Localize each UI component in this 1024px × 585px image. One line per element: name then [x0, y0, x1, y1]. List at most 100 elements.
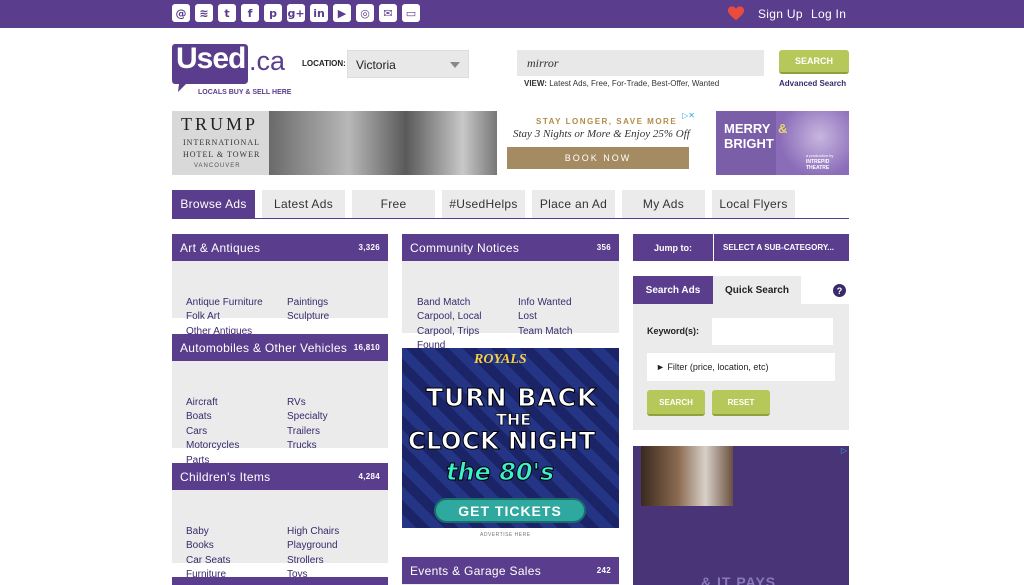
book-now-button[interactable]: BOOK NOW [507, 147, 689, 169]
tab-search-ads[interactable]: Search Ads [633, 276, 713, 304]
subcategory-link[interactable]: Folk Art [186, 310, 220, 325]
subcategory-link[interactable]: RVs [287, 396, 306, 411]
top-bar: @ ≋ t f p g+ in ▶ ◎ ✉ ▭ Sign Up Log In [0, 0, 1024, 28]
reset-button[interactable]: RESET [712, 390, 770, 416]
facebook-icon[interactable]: f [241, 4, 259, 22]
tab-browse-ads[interactable]: Browse Ads [172, 190, 255, 218]
trump-title: TRUMP [181, 114, 259, 134]
category-count: 3,326 [358, 243, 380, 252]
logo-tagline: LOCALS BUY & SELL HERE [198, 89, 292, 96]
jump-to: Jump to: SELECT A SUB-CATEGORY... [633, 234, 849, 261]
trump-offer: Stay 3 Nights or More & Enjoy 25% Off [513, 128, 690, 140]
subcategory-link[interactable]: Aircraft [186, 396, 218, 411]
subcategory-link[interactable]: Info Wanted [518, 296, 572, 311]
instagram-icon[interactable]: ◎ [356, 4, 374, 22]
subcategory-link[interactable]: High Chairs [287, 525, 339, 540]
subcategory-link[interactable]: Car Seats [186, 554, 230, 569]
main-tabs: Browse Ads Latest Ads Free #UsedHelps Pl… [172, 190, 849, 219]
category-childrens-items: Children's Items 4,284 Baby Books Car Se… [172, 463, 388, 580]
subcategory-select[interactable]: SELECT A SUB-CATEGORY... [714, 234, 849, 261]
ad-choices-icon[interactable]: ▷✕ [682, 111, 695, 120]
ad-choices-icon[interactable]: ▷ [841, 446, 847, 455]
view-options-links[interactable]: Latest Ads, Free, For-Trade, Best-Offer,… [549, 79, 719, 88]
sign-up-link[interactable]: Sign Up [758, 7, 803, 21]
location-value: Victoria [356, 58, 396, 72]
google-plus-icon[interactable]: g+ [287, 4, 305, 22]
merry-presented: a production by [806, 153, 834, 158]
sidebar-search-button[interactable]: SEARCH [647, 390, 705, 416]
chat-icon[interactable]: ▭ [402, 4, 420, 22]
subcategory-link[interactable]: Trailers [287, 425, 320, 440]
tab-usedhelps[interactable]: #UsedHelps [442, 190, 525, 218]
chevron-down-icon [450, 62, 460, 68]
subcategory-link[interactable]: Paintings [287, 296, 328, 311]
filter-toggle[interactable]: ► Filter (price, location, etc) [647, 353, 835, 381]
royals-line1: TURN BACK [425, 383, 598, 413]
royals-banner-ad[interactable]: ROYALS TURN BACK THE CLOCK NIGHT the 80'… [402, 348, 619, 528]
subcategory-link[interactable]: Carpool, Local [417, 310, 481, 325]
subcategory-link[interactable]: Cars [186, 425, 207, 440]
subcategory-link[interactable]: Boats [186, 410, 212, 425]
location-label: LOCATION: [302, 59, 346, 68]
linkedin-icon[interactable]: in [310, 4, 328, 22]
right-sidebar-ad[interactable]: ▷ & IT PAYS [633, 446, 849, 585]
category-events-garage-sales: Events & Garage Sales 242 [402, 557, 619, 585]
keywords-input[interactable] [712, 318, 833, 345]
tab-local-flyers[interactable]: Local Flyers [712, 190, 795, 218]
rss-icon[interactable]: ≋ [195, 4, 213, 22]
advanced-search-link[interactable]: Advanced Search [779, 79, 846, 88]
logo-domain: .ca [249, 46, 286, 76]
subcategory-link[interactable]: Motorcycles [186, 439, 239, 454]
log-in-link[interactable]: Log In [811, 7, 846, 21]
tab-my-ads[interactable]: My Ads [622, 190, 705, 218]
category-title: Art & Antiques [180, 240, 261, 255]
category-header[interactable]: Events & Garage Sales 242 [402, 557, 619, 584]
location-select[interactable]: Victoria [347, 50, 469, 78]
pinterest-icon[interactable]: p [264, 4, 282, 22]
subcategory-link[interactable]: Books [186, 539, 214, 554]
tab-latest-ads[interactable]: Latest Ads [262, 190, 345, 218]
trump-hotel-ad[interactable]: TRUMP INTERNATIONAL HOTEL & TOWER VANCOU… [172, 111, 697, 175]
get-tickets-button[interactable]: GET TICKETS [434, 498, 586, 523]
tab-quick-search[interactable]: Quick Search [713, 276, 801, 304]
chefs-photo [641, 446, 733, 506]
royals-line4: the 80's [445, 458, 555, 487]
right-ad-text: & IT PAYS [701, 574, 777, 585]
search-button[interactable]: SEARCH [779, 50, 849, 74]
category-header[interactable]: Children's Items 4,284 [172, 463, 388, 490]
category-art-antiques: Art & Antiques 3,326 Antique Furniture F… [172, 234, 388, 337]
heart-icon[interactable] [727, 5, 745, 23]
subcategory-link[interactable]: Specialty [287, 410, 328, 425]
category-header[interactable]: Art & Antiques 3,326 [172, 234, 388, 261]
subcategory-link[interactable]: Playground [287, 539, 338, 554]
subcategory-link[interactable]: Team Match [518, 325, 572, 340]
tab-place-an-ad[interactable]: Place an Ad [532, 190, 615, 218]
subcategory-link[interactable]: Baby [186, 525, 209, 540]
email-icon[interactable]: @ [172, 4, 190, 22]
hotel-room-photo [269, 111, 497, 175]
help-icon[interactable]: ? [833, 284, 846, 297]
mail-icon[interactable]: ✉ [379, 4, 397, 22]
site-logo[interactable]: Used .ca LOCALS BUY & SELL HERE [172, 42, 292, 100]
subcategory-link[interactable]: Antique Furniture [186, 296, 263, 311]
merry-bright-ad[interactable]: MERRY & BRIGHT a production by INTREPID … [716, 111, 849, 175]
subcategory-link[interactable]: Carpool, Trips [417, 325, 479, 340]
subcategory-link[interactable]: Strollers [287, 554, 324, 569]
social-icons: @ ≋ t f p g+ in ▶ ◎ ✉ ▭ [172, 4, 420, 22]
subcategory-link[interactable]: Sculpture [287, 310, 329, 325]
category-header[interactable]: Community Notices 356 [402, 234, 619, 261]
merry-theatre: INTREPID THEATRE [806, 159, 830, 171]
category-title: Events & Garage Sales [410, 563, 542, 578]
category-count: 4,284 [358, 472, 380, 481]
subcategory-link[interactable]: Band Match [417, 296, 470, 311]
advertise-here-link[interactable]: ADVERTISE HERE [480, 532, 531, 538]
category-header[interactable]: Automobiles & Other Vehicles 16,810 [172, 334, 388, 361]
subcategory-link[interactable]: Trucks [287, 439, 317, 454]
trump-headline: STAY LONGER, SAVE MORE [536, 117, 678, 126]
youtube-icon[interactable]: ▶ [333, 4, 351, 22]
tab-free[interactable]: Free [352, 190, 435, 218]
search-input[interactable] [517, 50, 764, 76]
category-next-header[interactable] [172, 577, 388, 585]
twitter-icon[interactable]: t [218, 4, 236, 22]
subcategory-link[interactable]: Lost [518, 310, 537, 325]
